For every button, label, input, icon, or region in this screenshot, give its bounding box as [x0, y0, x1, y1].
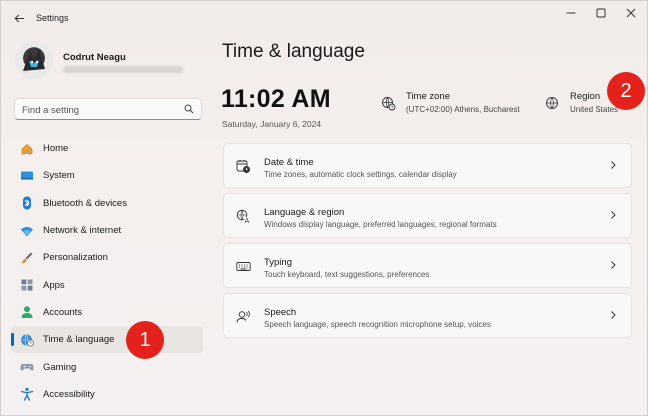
sidebar-item-label: Apps: [43, 279, 65, 291]
timezone-title: Time zone: [406, 91, 450, 102]
current-time: 11:02 AM: [221, 85, 331, 113]
sidebar-item-network[interactable]: Network & internet: [11, 217, 203, 244]
calendar-clock-icon: [236, 159, 251, 174]
timezone-value: (UTC+02:00) Athens, Bucharest: [406, 105, 520, 114]
card-date-time[interactable]: Date & time Time zones, automatic clock …: [223, 143, 632, 188]
card-title: Typing: [264, 257, 292, 268]
sidebar-item-accounts[interactable]: Accounts: [11, 299, 203, 326]
card-subtitle: Windows display language, preferred lang…: [264, 220, 497, 229]
card-title: Speech: [264, 307, 297, 318]
person-icon: [20, 305, 34, 319]
card-title: Language & region: [264, 207, 345, 218]
chevron-right-icon: [611, 261, 616, 269]
avatar: [15, 41, 53, 79]
page-title: Time & language: [222, 41, 365, 62]
home-icon: [20, 142, 34, 156]
close-button[interactable]: [616, 5, 646, 21]
card-subtitle: Time zones, automatic clock settings, ca…: [264, 170, 457, 179]
title-bar: Settings: [1, 1, 647, 35]
wifi-icon: [20, 224, 34, 238]
current-date: Saturday, January 6, 2024: [222, 119, 322, 129]
globe-clock-icon: [20, 333, 34, 347]
globe-icon: [546, 97, 558, 109]
speech-icon: [236, 309, 251, 324]
region-value: United States: [570, 105, 619, 114]
maximize-icon: [596, 8, 606, 18]
close-icon: [626, 8, 636, 18]
sidebar-item-label: Bluetooth & devices: [43, 197, 127, 209]
chevron-right-icon: [611, 311, 616, 319]
bluetooth-icon: [20, 196, 34, 210]
callout-badge-1: 1: [126, 321, 164, 359]
sidebar-item-label: Gaming: [43, 361, 77, 373]
sidebar-item-time-language[interactable]: Time & language: [11, 326, 203, 354]
card-subtitle: Speech language, speech recognition micr…: [264, 320, 491, 329]
brush-icon: [20, 251, 34, 265]
sidebar-item-bluetooth[interactable]: Bluetooth & devices: [11, 190, 203, 217]
sidebar-item-gaming[interactable]: Gaming: [11, 353, 203, 380]
sidebar-item-label: Network & internet: [43, 225, 122, 237]
card-language-region[interactable]: A Language & region Windows display lang…: [223, 193, 632, 238]
maximize-button[interactable]: [586, 5, 616, 21]
chevron-right-icon: [611, 161, 616, 169]
sidebar-item-label: Accounts: [43, 306, 83, 318]
region-title: Region: [570, 91, 601, 102]
sidebar-item-label: Home: [43, 143, 69, 155]
sidebar-item-apps[interactable]: Apps: [11, 271, 203, 298]
search-input[interactable]: Find a setting: [14, 98, 202, 120]
gamepad-icon: [20, 360, 34, 374]
sidebar-item-label: Accessibility: [43, 388, 95, 400]
sidebar-item-label: System: [43, 170, 75, 182]
svg-text:A: A: [245, 217, 250, 224]
sidebar-item-label: Time & language: [43, 334, 115, 346]
search-placeholder: Find a setting: [22, 105, 80, 116]
sidebar-item-label: Personalization: [43, 252, 108, 264]
card-typing[interactable]: Typing Touch keyboard, text suggestions,…: [223, 243, 632, 288]
callout-badge-2: 2: [607, 72, 645, 110]
card-speech[interactable]: Speech Speech language, speech recogniti…: [223, 293, 632, 338]
minimize-button[interactable]: [556, 5, 586, 21]
system-icon: [20, 169, 34, 183]
app-title: Settings: [36, 13, 69, 23]
sidebar-item-accessibility[interactable]: Accessibility: [11, 381, 203, 408]
back-arrow-icon: [13, 14, 24, 22]
language-icon: A: [236, 209, 251, 224]
back-button[interactable]: [10, 10, 28, 26]
apps-icon: [20, 278, 34, 292]
user-name: Codrut Neagu: [63, 52, 126, 63]
search-icon: [184, 104, 194, 114]
accessibility-icon: [20, 387, 34, 402]
chevron-right-icon: [611, 211, 616, 219]
settings-window: Settings Codrut Neagu Find a setting Hom…: [0, 0, 648, 416]
sidebar-item-home[interactable]: Home: [11, 135, 203, 162]
sidebar-nav: Home System Bluetooth & devices Network …: [11, 135, 203, 408]
globe-clock-icon: [382, 97, 396, 111]
sidebar-item-system[interactable]: System: [11, 162, 203, 189]
minimize-icon: [566, 12, 576, 14]
card-title: Date & time: [264, 157, 314, 168]
card-subtitle: Touch keyboard, text suggestions, prefer…: [264, 270, 430, 279]
user-email-redacted: [63, 66, 183, 73]
keyboard-icon: [236, 259, 251, 274]
sidebar-item-personalization[interactable]: Personalization: [11, 244, 203, 271]
